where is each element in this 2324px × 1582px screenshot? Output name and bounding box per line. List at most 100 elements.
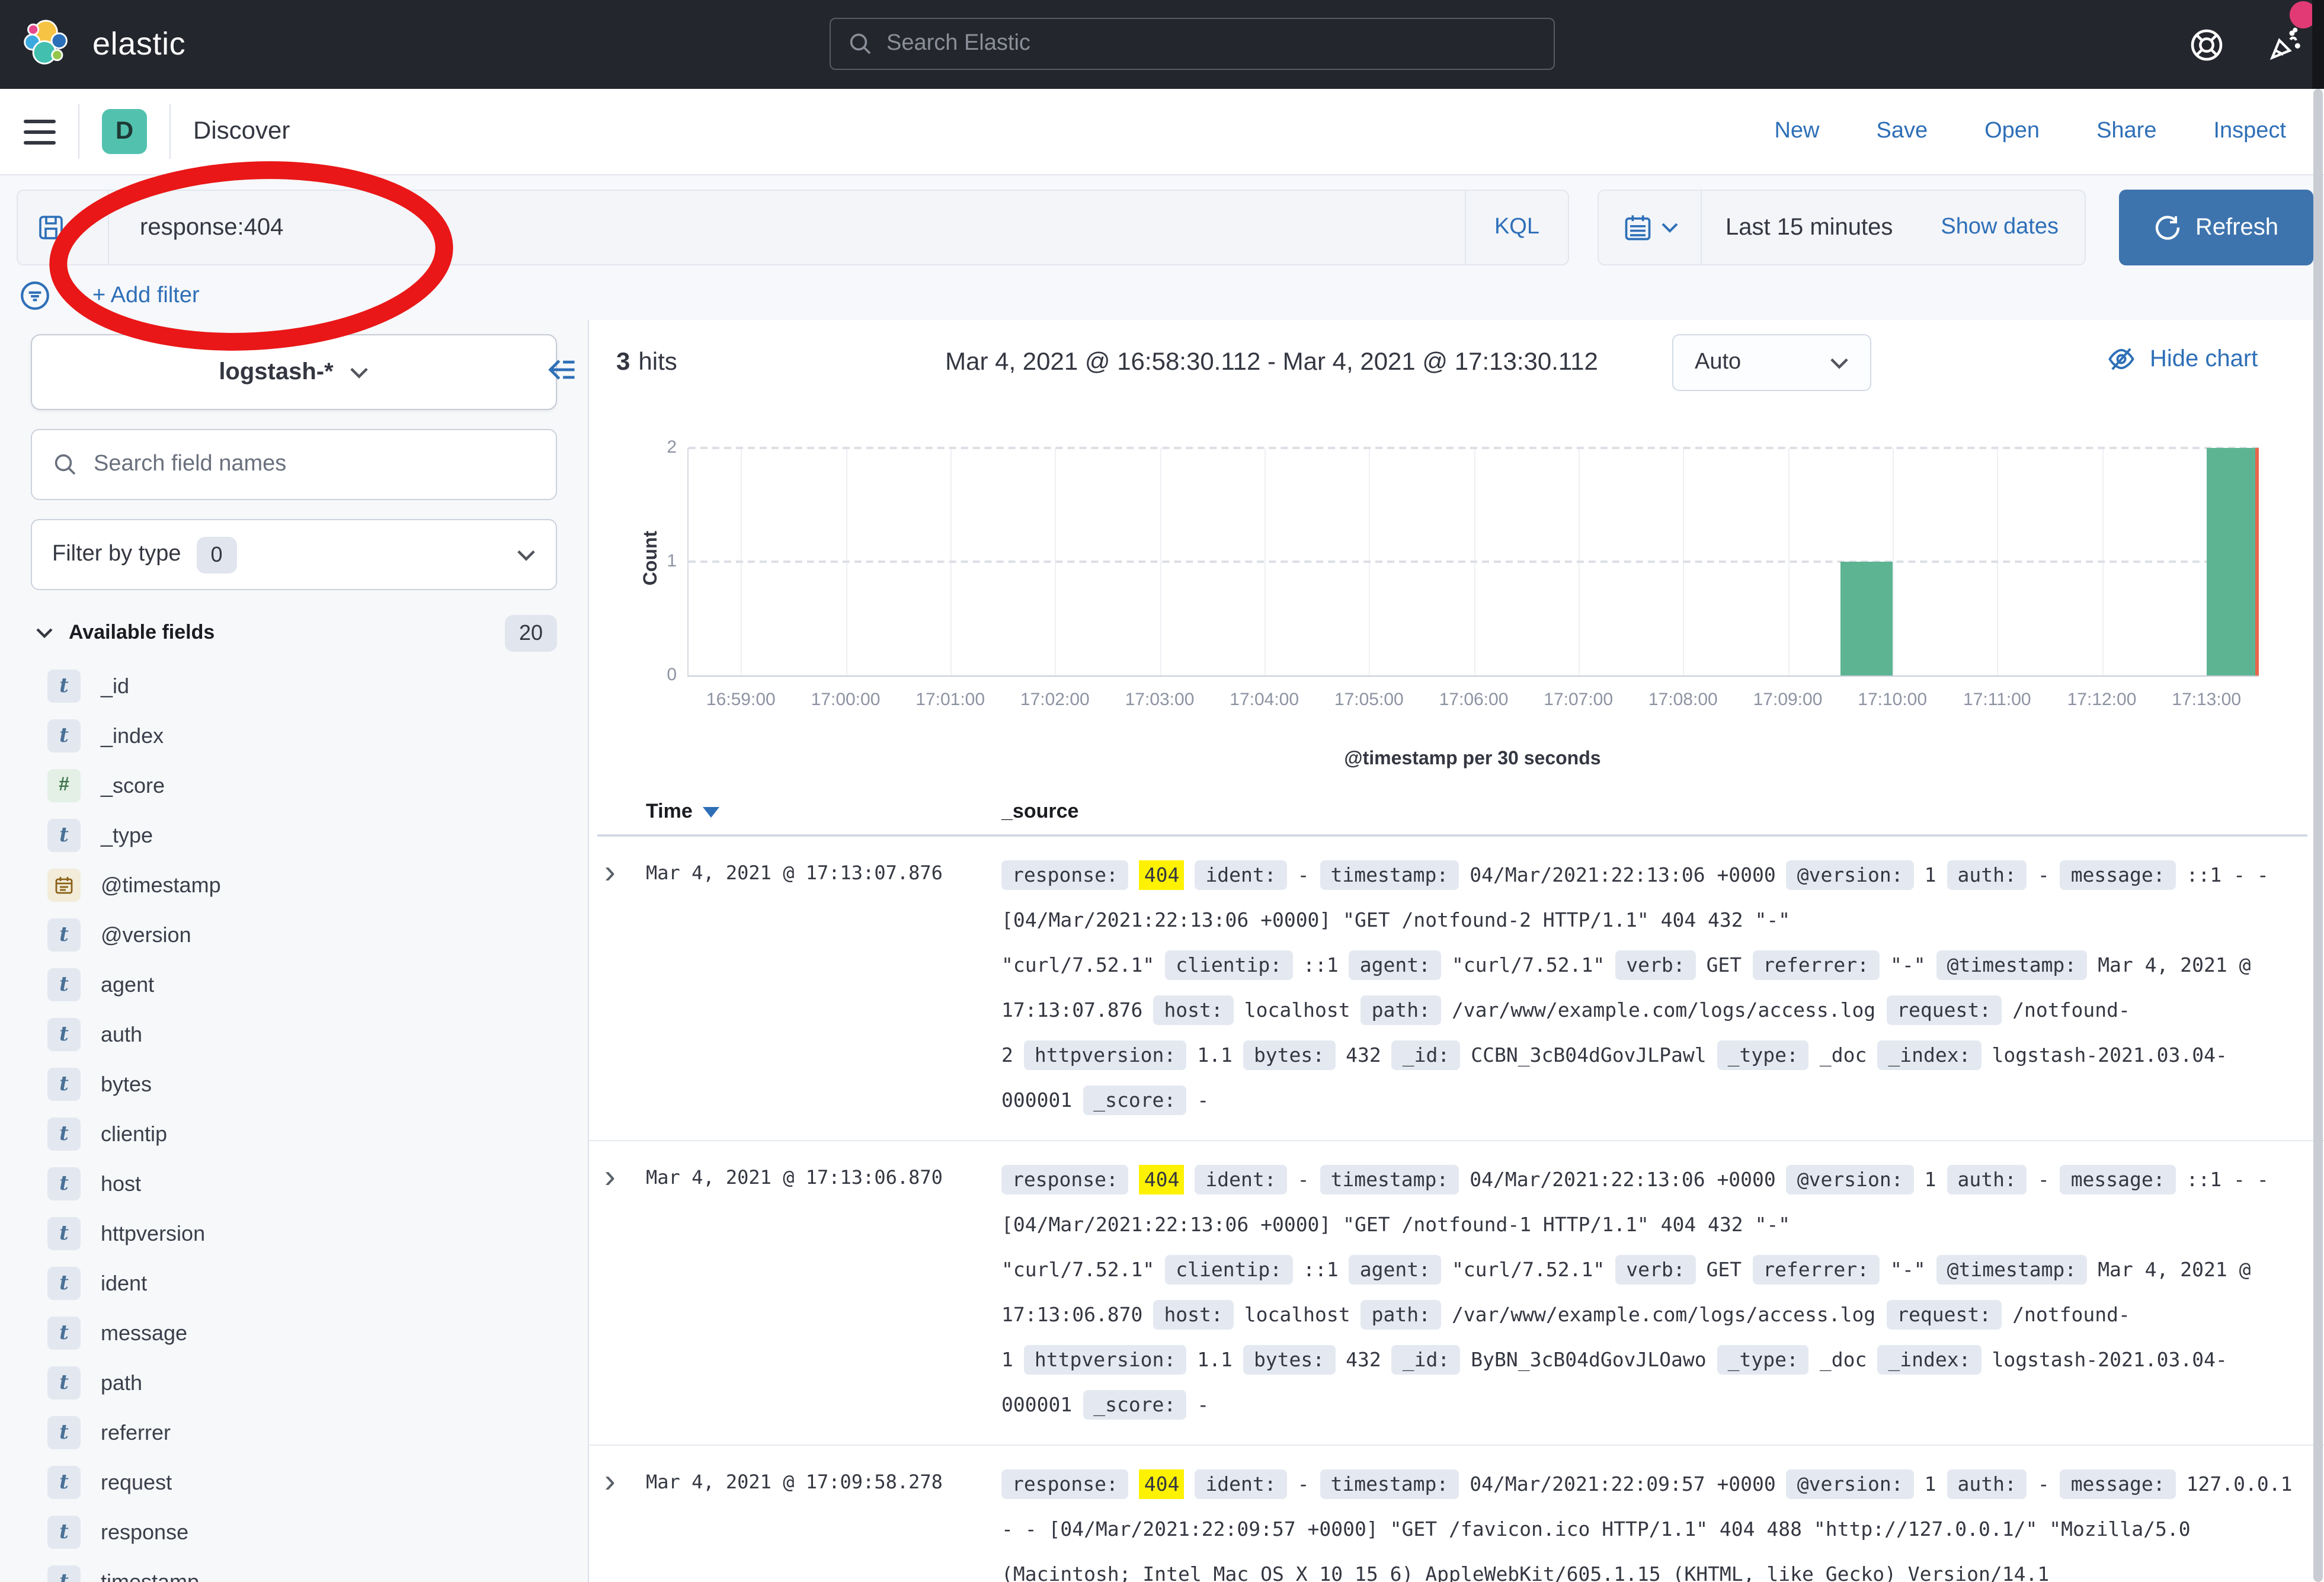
histogram-bar[interactable] [2207,448,2259,675]
available-fields-header[interactable]: Available fields 20 [36,611,557,654]
field-item-bytes[interactable]: tbytes [0,1059,588,1109]
field-item-@version[interactable]: t@version [0,910,588,960]
field-item-message[interactable]: tmessage [0,1308,588,1358]
field-value: - [1197,1089,1209,1112]
collapse-sidebar-icon[interactable] [545,353,578,386]
field-value: - [2038,1473,2050,1495]
field-value: 432 [1346,1349,1381,1371]
action-inspect[interactable]: Inspect [2213,119,2286,145]
query-language-button[interactable]: KQL [1465,191,1568,264]
action-open[interactable]: Open [1984,119,2040,145]
time-span-label: Mar 4, 2021 @ 16:58:30.112 - Mar 4, 2021… [892,348,1651,377]
field-item-clientip[interactable]: tclientip [0,1109,588,1159]
field-item-response[interactable]: tresponse [0,1507,588,1557]
refresh-icon [2154,213,2182,242]
field-item-_score[interactable]: #_score [0,761,588,811]
menu-icon[interactable] [24,119,56,144]
field-name: @version [101,923,191,947]
newsfeed-icon[interactable] [2266,26,2304,64]
field-pill: request: [1886,995,2002,1025]
field-item-@timestamp[interactable]: @timestamp [0,860,588,910]
column-time[interactable]: Time [646,800,1001,824]
expand-row-icon[interactable]: › [604,853,646,1123]
field-value: "curl/7.52.1" [1452,954,1605,976]
x-tick-label: 17:02:00 [1020,690,1090,710]
field-item-host[interactable]: thost [0,1159,588,1209]
string-type-icon: t [47,1018,81,1051]
divider [169,104,171,159]
field-value: 1.1 [1197,1349,1233,1371]
field-item-agent[interactable]: tagent [0,960,588,1010]
sort-desc-icon[interactable] [703,806,720,817]
histogram-bar[interactable] [1840,562,1892,675]
expand-row-icon[interactable]: › [604,1158,646,1428]
help-icon[interactable] [2188,26,2226,64]
table-header: Time _source [597,789,2307,837]
field-pill: ident: [1195,860,1286,890]
index-pattern-select[interactable]: logstash-* [31,334,557,410]
field-search-placeholder: Search field names [94,451,286,478]
field-item-_index[interactable]: t_index [0,711,588,761]
filter-by-type-select[interactable]: Filter by type 0 [31,519,557,590]
field-pill: verb: [1615,1255,1695,1285]
scrollbar-thumb[interactable] [2313,89,2323,1582]
hits-count: 3hits [616,348,677,377]
page-title: Discover [193,117,290,146]
field-item-auth[interactable]: tauth [0,1010,588,1059]
field-pill: clientip: [1165,950,1292,980]
action-save[interactable]: Save [1876,119,1928,145]
field-pill: bytes: [1243,1345,1335,1375]
interval-select[interactable]: Auto [1672,334,1871,391]
global-search-input[interactable]: Search Elastic [830,18,1555,70]
divider [78,104,79,159]
field-value: _doc [1820,1044,1867,1067]
field-pill: request: [1886,1300,2002,1330]
field-value: GET [1707,954,1742,976]
x-tick-label: 17:06:00 [1439,690,1509,710]
field-pill: timestamp: [1320,1165,1459,1194]
query-input[interactable]: response:404 KQL [17,190,1569,265]
hide-chart-button[interactable]: Hide chart [2106,344,2258,374]
histogram-chart[interactable]: Count 16:59:0017:00:0017:01:0017:02:0017… [589,408,2324,777]
field-value: ByBN_3cB04dGovJLOawo [1471,1349,1706,1371]
refresh-button[interactable]: Refresh [2119,190,2313,265]
saved-query-menu[interactable] [18,191,109,264]
date-picker-menu[interactable] [1599,191,1702,264]
x-tick-label: 17:11:00 [1963,690,2031,710]
field-value: ::1 [1303,954,1339,976]
field-name: message [101,1321,187,1346]
field-item-path[interactable]: tpath [0,1358,588,1408]
show-dates-button[interactable]: Show dates [1941,214,2059,241]
field-pill: referrer: [1752,1255,1880,1285]
field-value: 432 [1346,1044,1381,1067]
field-name: response [101,1520,188,1545]
field-item-request[interactable]: trequest [0,1458,588,1507]
string-type-icon: t [47,1117,81,1151]
field-pill: message: [2060,1469,2176,1499]
field-item-ident[interactable]: tident [0,1258,588,1308]
field-search-input[interactable]: Search field names [31,429,557,500]
field-pill: @version: [1787,860,1914,890]
row-time: Mar 4, 2021 @ 17:09:58.278 [646,1462,1001,1582]
field-value: - [2038,1168,2050,1191]
field-item-httpversion[interactable]: thttpversion [0,1209,588,1258]
action-new[interactable]: New [1774,119,1819,145]
query-text[interactable]: response:404 [140,214,283,241]
field-value: 1 [1925,864,1936,886]
field-item-referrer[interactable]: treferrer [0,1408,588,1458]
add-filter-button[interactable]: + Add filter [92,283,200,309]
field-pill: @version: [1787,1469,1914,1499]
field-item-_id[interactable]: t_id [0,661,588,711]
field-item-_type[interactable]: t_type [0,811,588,860]
field-name: host [101,1171,141,1196]
expand-row-icon[interactable]: › [604,1462,646,1582]
action-share[interactable]: Share [2096,119,2156,145]
app-icon-badge[interactable]: D [102,109,147,154]
y-tick-label: 0 [646,665,677,685]
time-range-value[interactable]: Last 15 minutes [1726,214,1893,241]
field-pill: @timestamp: [1936,950,2088,980]
row-source: response:404ident:-timestamp:04/Mar/2021… [1001,1158,2307,1428]
field-item-timestamp[interactable]: ttimestamp [0,1557,588,1582]
date-type-icon [47,869,81,902]
elastic-brand[interactable]: elastic [24,17,185,71]
